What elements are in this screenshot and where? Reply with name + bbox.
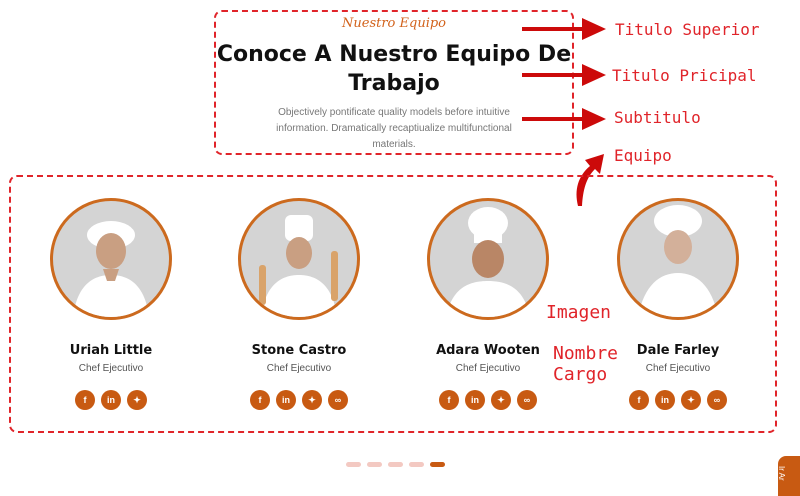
twitter-icon[interactable]: ✦ xyxy=(681,390,701,410)
member-role: Chef Ejecutivo xyxy=(78,363,144,374)
carousel-dot[interactable] xyxy=(409,462,424,467)
member-role: Chef Ejecutivo xyxy=(645,363,711,374)
carousel-dot-active[interactable] xyxy=(430,462,445,467)
arrow-right-icon xyxy=(522,108,606,130)
facebook-icon[interactable]: f xyxy=(439,390,459,410)
linkedin-icon[interactable]: in xyxy=(101,390,121,410)
carousel-dot[interactable] xyxy=(367,462,382,467)
team-member-card: Uriah Little Chef Ejecutivo f in ✦ xyxy=(31,198,191,410)
linkedin-icon[interactable]: in xyxy=(465,390,485,410)
linkedin-icon[interactable]: in xyxy=(655,390,675,410)
twitter-icon[interactable]: ✦ xyxy=(491,390,511,410)
team-member-card: Adara Wooten Chef Ejecutivo f in ✦ ∞ xyxy=(408,198,568,410)
social-links: f in ✦ ∞ xyxy=(408,390,568,410)
facebook-icon[interactable]: f xyxy=(250,390,270,410)
member-role: Chef Ejecutivo xyxy=(455,363,521,374)
carousel-pagination xyxy=(346,462,445,467)
annotation-titulo-superior: Titulo Superior xyxy=(615,20,760,39)
social-links: f in ✦ ∞ xyxy=(219,390,379,410)
member-role: Chef Ejecutivo xyxy=(266,363,332,374)
link-icon[interactable]: ∞ xyxy=(517,390,537,410)
linkedin-icon[interactable]: in xyxy=(276,390,296,410)
link-icon[interactable]: ∞ xyxy=(328,390,348,410)
member-photo xyxy=(427,198,549,320)
social-links: f in ✦ ∞ xyxy=(598,390,758,410)
member-photo xyxy=(617,198,739,320)
twitter-icon[interactable]: ✦ xyxy=(127,390,147,410)
chef-photo-icon xyxy=(259,215,338,317)
carousel-dot[interactable] xyxy=(388,462,403,467)
member-photo xyxy=(50,198,172,320)
twitter-icon[interactable]: ✦ xyxy=(302,390,322,410)
scroll-to-top-tab[interactable]: Ir Ar xyxy=(777,456,800,496)
chef-photo-icon xyxy=(73,221,149,317)
member-photo xyxy=(238,198,360,320)
chef-photo-icon xyxy=(446,207,530,317)
team-member-card: Dale Farley Chef Ejecutivo f in ✦ ∞ xyxy=(598,198,758,410)
member-name: Adara Wooten xyxy=(436,343,540,358)
side-tab-label: Ir Ar xyxy=(777,466,786,481)
facebook-icon[interactable]: f xyxy=(75,390,95,410)
arrow-right-icon xyxy=(522,64,606,86)
chef-photo-icon xyxy=(638,205,718,317)
arrow-right-icon xyxy=(522,18,606,40)
annotation-titulo-principal: Titulo Pricipal xyxy=(612,66,757,85)
annotation-equipo: Equipo xyxy=(614,146,672,165)
team-member-card: Stone Castro Chef Ejecutivo f in ✦ ∞ xyxy=(219,198,379,410)
member-name: Uriah Little xyxy=(69,343,153,358)
member-name: Dale Farley xyxy=(636,343,720,358)
facebook-icon[interactable]: f xyxy=(629,390,649,410)
section-subtitle: Objectively pontificate quality models b… xyxy=(276,107,512,150)
annotation-subtitulo: Subtitulo xyxy=(614,108,701,127)
carousel-dot[interactable] xyxy=(346,462,361,467)
link-icon[interactable]: ∞ xyxy=(707,390,727,410)
social-links: f in ✦ xyxy=(31,390,191,410)
member-name: Stone Castro xyxy=(251,343,347,358)
